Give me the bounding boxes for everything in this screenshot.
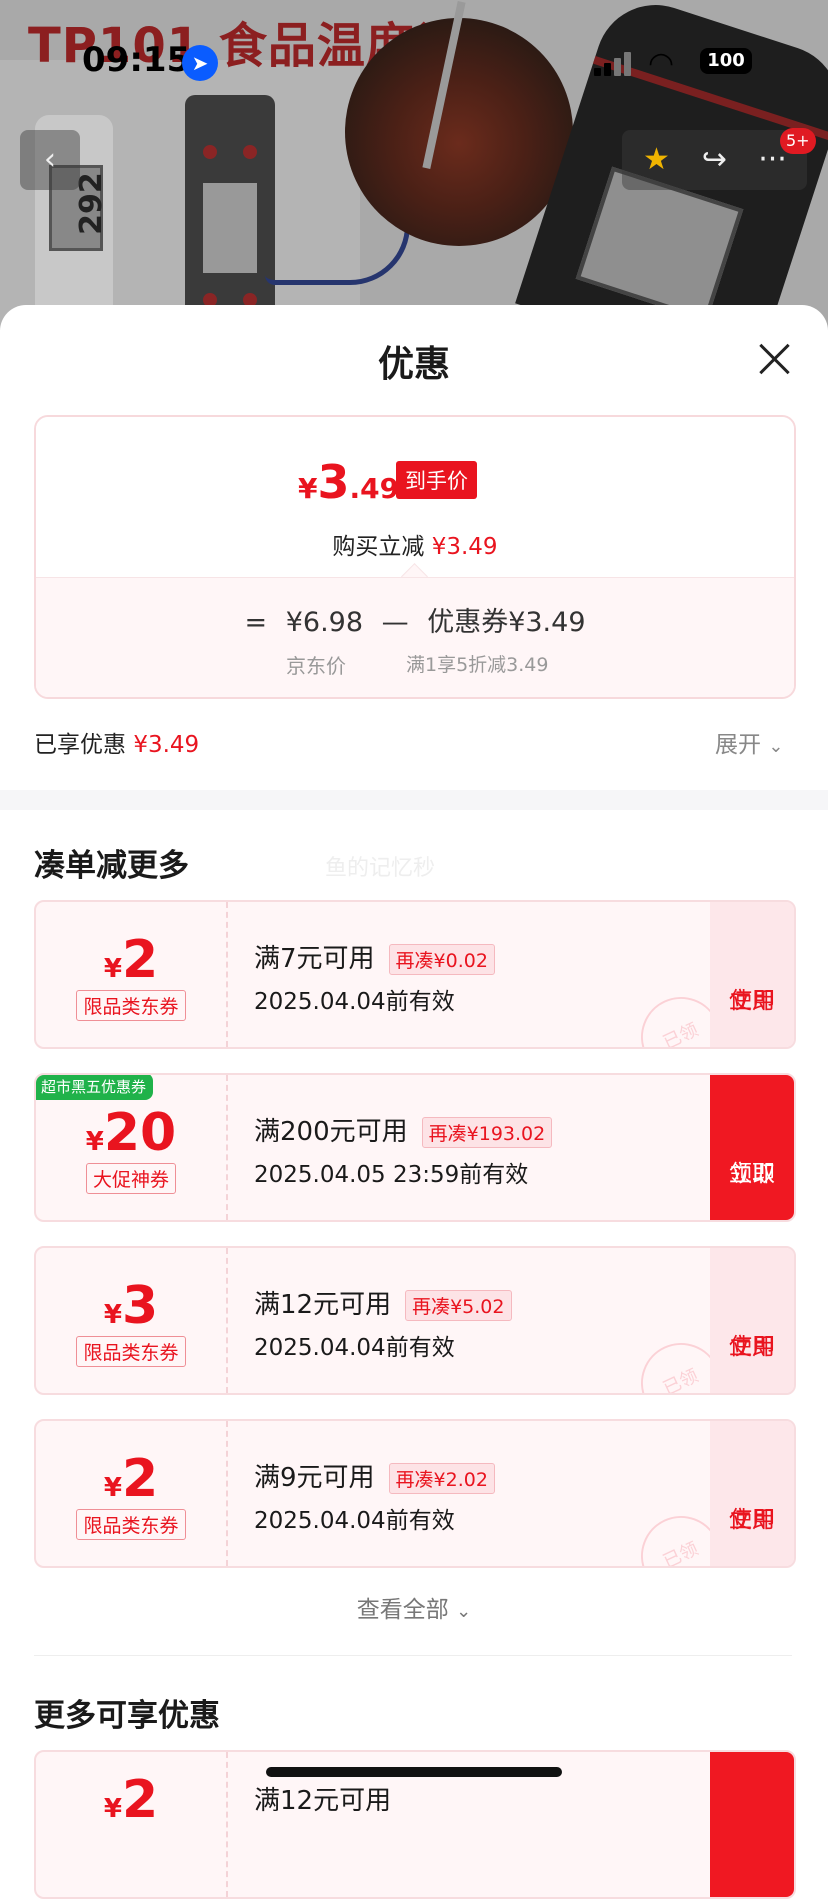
expand-button[interactable]: 展开 ⌄	[715, 725, 783, 759]
coupon-card: ¥3 限品类东券 满12元可用 再凑¥5.02 2025.04.04前有效 已领 …	[34, 1246, 796, 1395]
final-price: ¥3.49	[298, 455, 400, 509]
use-now-button[interactable]: 立即 使用	[710, 1421, 794, 1566]
coupon-amount: ¥20	[85, 1103, 177, 1163]
coupon-value: ¥3.49	[508, 607, 586, 638]
back-icon: ‹	[44, 142, 56, 177]
coupon-card: ¥20 大促神券 超市黑五优惠券 满200元可用 再凑¥193.02 2025.0…	[34, 1073, 796, 1222]
coupon-condition: 满12元可用 再凑¥5.02	[254, 1284, 512, 1321]
use-now-button[interactable]: 立即 使用	[710, 902, 794, 1047]
close-icon[interactable]	[757, 342, 791, 376]
claim-now-button[interactable]: 立即 领取	[710, 1075, 794, 1220]
price-breakdown-card: ¥3.49 到手价 购买立减 ¥3.49 = ¥6.98 — 优惠券¥3.49 …	[34, 415, 796, 699]
watermark: 鱼的记忆秒	[325, 856, 436, 881]
section-title-more: 凑单减更多	[34, 848, 189, 884]
coupon-validity: 2025.04.04前有效	[254, 989, 455, 1015]
coupon-type: 大促神券	[85, 1163, 176, 1194]
coupon-type: 限品类东券	[76, 1509, 186, 1540]
coupon-condition: 满9元可用 再凑¥2.02	[254, 1457, 495, 1494]
instant-discount: 购买立减 ¥3.49	[332, 534, 498, 560]
use-now-button[interactable]: 立即 使用	[710, 1248, 794, 1393]
coupon-condition: 满7元可用 再凑¥0.02	[254, 938, 495, 975]
status-time: 09:15	[82, 40, 191, 80]
coupon-type: 限品类东券	[76, 1336, 186, 1367]
price-equation: = ¥6.98 — 优惠券¥3.49	[244, 607, 586, 638]
coupon-gap: 再凑¥193.02	[421, 1117, 553, 1148]
message-badge: 5+	[780, 128, 816, 154]
chevron-down-icon: ⌄	[768, 736, 784, 757]
coupon-type: 限品类东券	[76, 990, 186, 1021]
coupon-gap: 再凑¥2.02	[388, 1463, 495, 1494]
coupon-gap: 再凑¥0.02	[388, 944, 495, 975]
discount-sheet: 优惠 ¥3.49 到手价 购买立减 ¥3.49 = ¥6.98 — 优惠券¥3.…	[0, 305, 828, 1899]
back-button[interactable]: ‹	[20, 130, 80, 190]
thermometer-image-black	[185, 95, 275, 325]
wifi-icon: ◠	[648, 46, 675, 81]
divider-line	[34, 1655, 792, 1656]
coupon-validity: 2025.04.04前有效	[254, 1335, 455, 1361]
enjoyed-discount: 已享优惠 ¥3.49	[34, 732, 200, 758]
coupon-card: ¥2 限品类东券 满7元可用 再凑¥0.02 2025.04.04前有效 已领 立…	[34, 900, 796, 1049]
coupon-validity: 2025.04.04前有效	[254, 1508, 455, 1534]
claim-now-button[interactable]	[710, 1752, 794, 1897]
jd-price-label: 京东价	[286, 654, 346, 678]
share-icon[interactable]: ↪	[686, 130, 744, 190]
coupon-card: ¥2 限品类东券 满9元可用 再凑¥2.02 2025.04.04前有效 已领 立…	[34, 1419, 796, 1568]
sheet-title: 优惠	[377, 344, 450, 385]
coupon-validity: 2025.04.05 23:59前有效	[254, 1162, 529, 1188]
status-bar: 09:15 ➤ ◠ 100	[0, 0, 828, 120]
coupon-condition: 满12元可用	[254, 1786, 392, 1816]
coupon-amount: ¥3	[103, 1276, 159, 1336]
star-icon[interactable]: ★	[628, 130, 686, 190]
signal-icon	[594, 52, 634, 76]
home-indicator[interactable]	[266, 1767, 562, 1777]
location-icon: ➤	[182, 45, 218, 81]
coupon-desc: 满1享5折减3.49	[406, 654, 549, 676]
coupon-gap: 再凑¥5.02	[405, 1290, 512, 1321]
section-divider	[0, 790, 828, 810]
jd-price: ¥6.98	[285, 607, 364, 638]
final-price-tag: 到手价	[396, 461, 477, 499]
promo-corner-badge: 超市黑五优惠券	[36, 1075, 154, 1100]
chevron-down-icon: ⌄	[456, 1601, 472, 1622]
view-all-button[interactable]: 查看全部 ⌄	[0, 1590, 828, 1624]
coupon-condition: 满200元可用 再凑¥193.02	[254, 1111, 553, 1148]
coupon-amount: ¥2	[103, 930, 159, 990]
coupon-amount: ¥2	[103, 1770, 159, 1830]
coupon-amount: ¥2	[103, 1449, 159, 1509]
section-title-more2: 更多可享优惠	[34, 1698, 220, 1734]
battery-icon: 100	[700, 48, 752, 74]
